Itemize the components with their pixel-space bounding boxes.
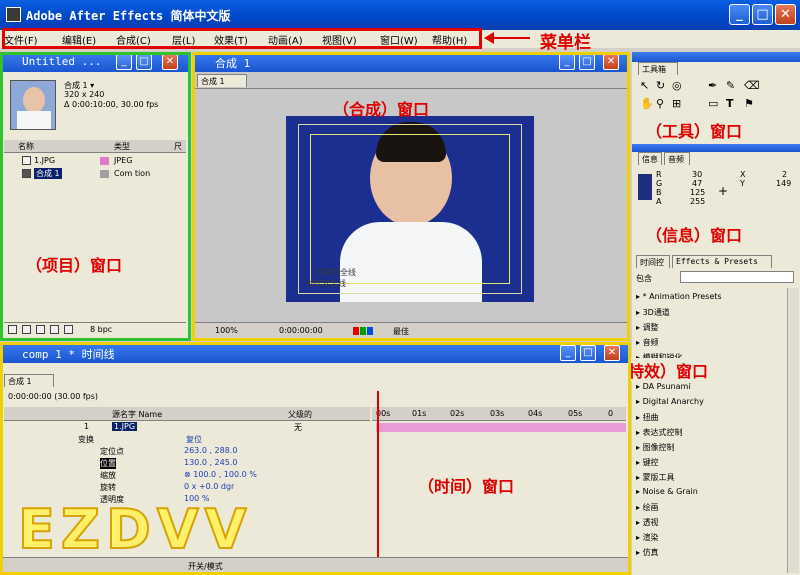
maximize-button[interactable]: □ bbox=[752, 4, 773, 25]
crosshair-icon: + bbox=[718, 184, 729, 198]
selection-tool-icon[interactable]: ↖ bbox=[640, 79, 649, 92]
contains-label: 包含 bbox=[636, 274, 652, 283]
effect-category[interactable]: ▸ 仿真 bbox=[636, 547, 659, 558]
b-value: 125 bbox=[690, 188, 706, 197]
effect-category[interactable]: ▸ 扭曲 bbox=[636, 412, 659, 423]
a-label: A bbox=[656, 197, 662, 206]
pen-tool-icon[interactable]: ✒ bbox=[708, 79, 717, 92]
x-label: X bbox=[740, 170, 746, 179]
info-window: 信息 音频 R 30 G 47 B 125 A 255 + X 2 Y 149 … bbox=[632, 144, 800, 252]
project-highlight bbox=[0, 52, 191, 341]
pin-tool-icon[interactable]: ⚑ bbox=[744, 97, 754, 110]
effect-category[interactable]: ▸ 透视 bbox=[636, 517, 659, 528]
audio-tab[interactable]: 音频 bbox=[664, 152, 690, 165]
tools-titlebar bbox=[632, 52, 800, 62]
b-label: B bbox=[656, 188, 662, 197]
y-value: 149 bbox=[776, 179, 792, 188]
effect-category[interactable]: ▸ 调整 bbox=[636, 322, 659, 333]
timeline-control-tab[interactable]: 时间控 bbox=[636, 255, 670, 268]
x-value: 2 bbox=[782, 170, 788, 179]
callout-arrow bbox=[490, 37, 530, 39]
menubar-callout: 菜单栏 bbox=[540, 33, 591, 53]
effect-category[interactable]: ▸ DA Psunami bbox=[636, 382, 691, 391]
menubar-highlight bbox=[2, 28, 482, 49]
effect-category[interactable]: ▸ 渲染 bbox=[636, 532, 659, 543]
r-value: 30 bbox=[692, 170, 703, 179]
effect-category[interactable]: ▸ 绘画 bbox=[636, 502, 659, 513]
arrow-head bbox=[484, 32, 494, 44]
effect-category[interactable]: ▸ * Animation Presets bbox=[636, 292, 722, 301]
zoom-tool-icon[interactable]: ⚲ bbox=[656, 97, 664, 110]
contains-input[interactable] bbox=[680, 271, 794, 283]
hand-tool-icon[interactable]: ✋ bbox=[640, 97, 654, 110]
rectangle-tool-icon[interactable]: ▭ bbox=[708, 97, 718, 110]
effect-category[interactable]: ▸ 音频 bbox=[636, 337, 659, 348]
g-value: 47 bbox=[692, 179, 703, 188]
effect-category[interactable]: ▸ Digital Anarchy bbox=[636, 397, 704, 406]
camera-tool-icon[interactable]: ⊞ bbox=[672, 97, 681, 110]
effects-list: ▸ * Animation Presets ▸ 3D通道 ▸ 调整 ▸ 音频 ▸… bbox=[632, 288, 800, 575]
orbit-tool-icon[interactable]: ◎ bbox=[672, 79, 682, 92]
tools-tab[interactable]: 工具箱 bbox=[638, 62, 678, 75]
color-swatch bbox=[638, 174, 652, 200]
title-bar: Adobe After Effects 简体中文版 _ □ ✕ bbox=[0, 0, 800, 30]
minimize-button[interactable]: _ bbox=[729, 4, 750, 25]
close-button[interactable]: ✕ bbox=[775, 4, 796, 25]
rotate-tool-icon[interactable]: ↻ bbox=[656, 79, 665, 92]
info-tab[interactable]: 信息 bbox=[638, 152, 662, 165]
tool-grid: ↖ ↻ ◎ ✒ ✎ ⌫ ✋ ⚲ ⊞ ▭ T ⚑ bbox=[638, 77, 788, 117]
effects-scrollbar[interactable] bbox=[787, 288, 799, 573]
r-label: R bbox=[656, 170, 662, 179]
effect-category[interactable]: ▸ 键控 bbox=[636, 457, 659, 468]
app-title: Adobe After Effects 简体中文版 bbox=[26, 9, 231, 23]
eraser-tool-icon[interactable]: ⌫ bbox=[744, 79, 760, 92]
effect-category[interactable]: ▸ 表达式控制 bbox=[636, 427, 683, 438]
effect-category[interactable]: ▸ 3D通道 bbox=[636, 307, 670, 318]
brush-tool-icon[interactable]: ✎ bbox=[726, 79, 735, 92]
effects-window: 时间控 Effects & Presets 包含 ▸ * Animation P… bbox=[612, 252, 800, 575]
effect-category[interactable]: ▸ Noise & Grain bbox=[636, 487, 698, 496]
text-tool-icon[interactable]: T bbox=[726, 97, 734, 110]
comp-highlight bbox=[192, 52, 630, 341]
app-icon bbox=[6, 7, 21, 22]
tools-window: 工具箱 ↖ ↻ ◎ ✒ ✎ ⌫ ✋ ⚲ ⊞ ▭ T ⚑ （工具）窗口 bbox=[632, 52, 800, 144]
info-callout: （信息）窗口 bbox=[646, 226, 743, 245]
info-titlebar bbox=[632, 144, 800, 152]
tools-callout: （工具）窗口 bbox=[646, 122, 743, 141]
effects-presets-tab[interactable]: Effects & Presets bbox=[672, 255, 772, 268]
effect-category[interactable]: ▸ 图像控制 bbox=[636, 442, 675, 453]
watermark: EZDVV bbox=[17, 497, 253, 562]
effect-category[interactable]: ▸ 蒙版工具 bbox=[636, 472, 675, 483]
a-value: 255 bbox=[690, 197, 706, 206]
y-label: Y bbox=[740, 179, 745, 188]
g-label: G bbox=[656, 179, 663, 188]
